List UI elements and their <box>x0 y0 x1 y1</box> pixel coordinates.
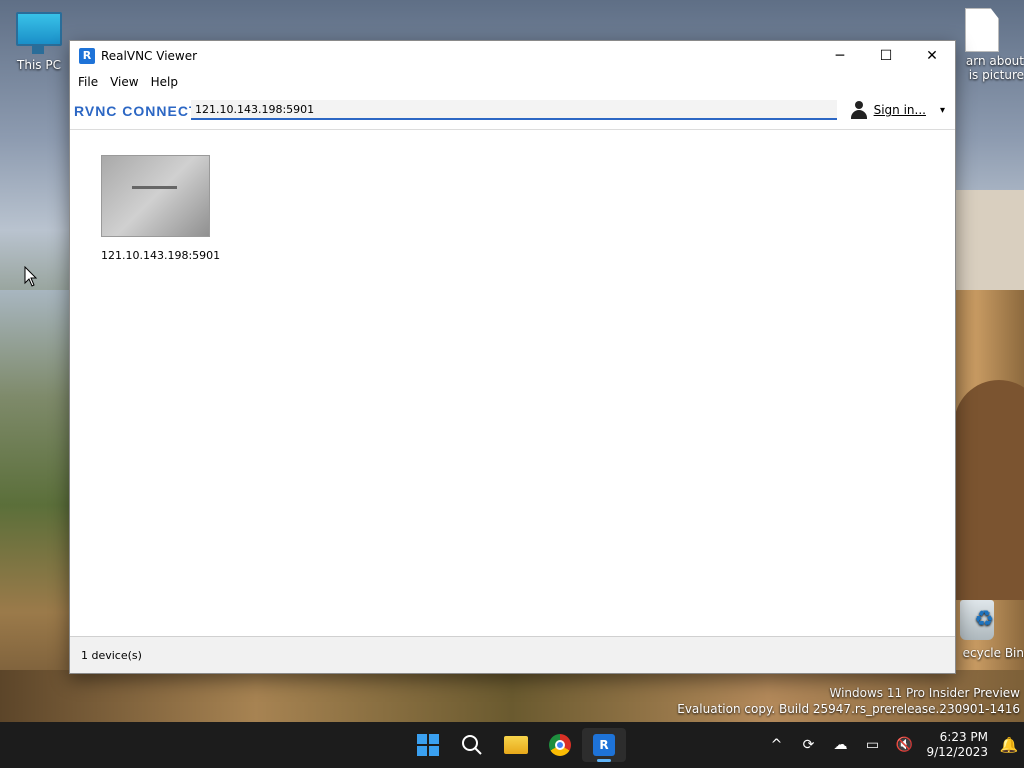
device-tile[interactable]: 121.10.143.198:5901 <box>101 155 221 262</box>
title-bar[interactable]: R RealVNC Viewer ─ ☐ ✕ <box>70 41 955 71</box>
realvnc-taskbar-button[interactable]: R <box>582 728 626 762</box>
show-hidden-icons-chevron-icon[interactable]: ^ <box>760 737 792 753</box>
chrome-icon <box>549 734 571 756</box>
close-button[interactable]: ✕ <box>909 41 955 71</box>
menu-view[interactable]: View <box>104 75 144 89</box>
monitor-icon <box>16 12 62 54</box>
device-thumbnail <box>101 155 210 237</box>
menu-file[interactable]: File <box>72 75 104 89</box>
device-label: 121.10.143.198:5901 <box>101 249 221 262</box>
network-icon[interactable]: ▭ <box>856 737 888 753</box>
notification-bell-icon[interactable]: 🔔 <box>994 736 1024 754</box>
menu-help[interactable]: Help <box>145 75 184 89</box>
folder-icon <box>504 736 528 754</box>
window-title: RealVNC Viewer <box>101 49 198 63</box>
device-count: 1 device(s) <box>81 648 142 662</box>
chrome-button[interactable] <box>538 728 582 762</box>
search-icon <box>462 735 482 755</box>
search-button[interactable] <box>450 728 494 762</box>
taskbar: R ^ ⟳ ☁ ▭ 🔇 6:23 PM 9/12/2023 🔔 <box>0 722 1024 768</box>
watermark-line-1: Windows 11 Pro Insider Preview <box>829 686 1020 700</box>
realvnc-icon: R <box>593 734 615 756</box>
volume-muted-icon[interactable]: 🔇 <box>888 737 920 753</box>
menu-bar: File View Help <box>70 71 955 93</box>
recycle-bin-icon: ♻ <box>960 600 994 640</box>
user-icon <box>850 101 868 119</box>
minimize-button[interactable]: ─ <box>817 41 863 71</box>
wallpaper-valley <box>0 290 70 720</box>
clock-date: 9/12/2023 <box>926 745 988 759</box>
sign-in-label: Sign in... <box>873 103 926 117</box>
status-bar: 1 device(s) <box>70 636 955 673</box>
toolbar: RVNC CONNECT Sign in... ▾ <box>70 93 955 130</box>
desktop-icon-recycle-bin[interactable]: ♻ ecycle Bin <box>944 600 1024 660</box>
realvnc-app-icon: R <box>79 48 95 64</box>
clock-time: 6:23 PM <box>939 730 988 744</box>
desktop-icon-label: This PC <box>17 58 61 72</box>
desktop-icon-this-pc[interactable]: This PC <box>4 12 74 72</box>
minimize-icon: ─ <box>835 48 845 64</box>
maximize-icon: ☐ <box>879 48 893 64</box>
realvnc-viewer-window: R RealVNC Viewer ─ ☐ ✕ File View Help RV… <box>69 40 956 674</box>
address-book-area: 121.10.143.198:5901 <box>70 130 955 637</box>
clock[interactable]: 6:23 PM 9/12/2023 <box>926 730 988 760</box>
windows-watermark: Windows 11 Pro Insider Preview Evaluatio… <box>677 685 1020 717</box>
file-explorer-button[interactable] <box>494 728 538 762</box>
wallpaper-bridge-arch <box>954 380 1024 600</box>
rvnc-connect-logo: RVNC CONNECT <box>74 103 199 119</box>
address-input[interactable] <box>191 100 837 120</box>
onedrive-cloud-icon[interactable]: ☁ <box>824 737 856 753</box>
close-icon: ✕ <box>926 48 938 64</box>
chevron-down-icon[interactable]: ▾ <box>940 105 945 116</box>
sign-in-button[interactable]: Sign in... ▾ <box>850 101 945 119</box>
document-icon <box>965 8 999 52</box>
windows-logo-icon <box>417 734 439 756</box>
sync-icon[interactable]: ⟳ <box>792 737 824 753</box>
watermark-line-2: Evaluation copy. Build 25947.rs_prerelea… <box>677 702 1020 716</box>
start-button[interactable] <box>406 728 450 762</box>
maximize-button[interactable]: ☐ <box>863 41 909 71</box>
desktop-icon-label: ecycle Bin <box>962 646 1024 660</box>
wallpaper-building <box>954 190 1024 290</box>
system-tray: ^ ⟳ ☁ ▭ 🔇 6:23 PM 9/12/2023 🔔 <box>760 722 1024 768</box>
